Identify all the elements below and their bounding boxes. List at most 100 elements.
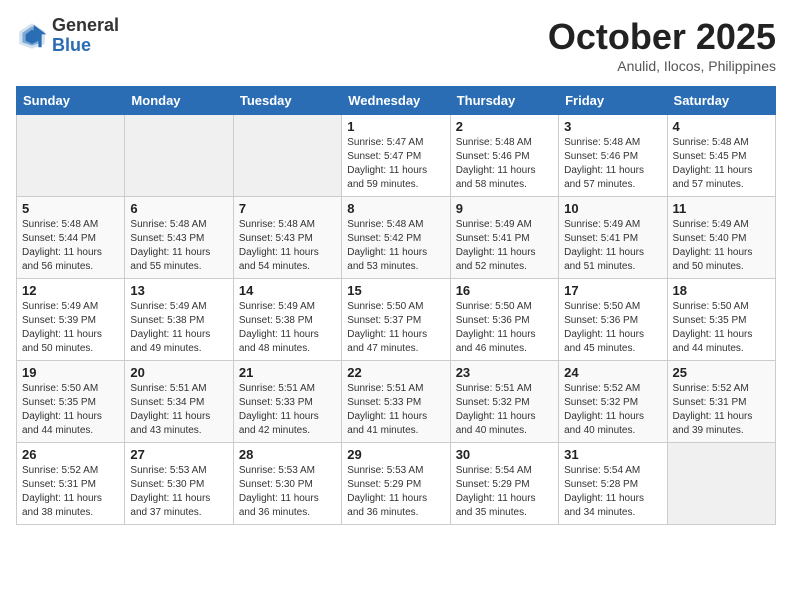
page-header: General Blue October 2025 Anulid, Ilocos… (16, 16, 776, 74)
day-number: 2 (456, 119, 553, 134)
calendar-cell: 3Sunrise: 5:48 AM Sunset: 5:46 PM Daylig… (559, 115, 667, 197)
calendar-cell: 16 Sunrise: 5:50 AM Sunset: 5:36 PM Dayli… (450, 279, 558, 361)
day-number: 4 (673, 119, 770, 134)
day-header-wednesday: Wednesday (342, 87, 450, 115)
calendar-cell (125, 115, 233, 197)
calendar-cell: 20 Sunrise: 5:51 AM Sunset: 5:34 PM Dayli… (125, 361, 233, 443)
calendar-cell (667, 443, 775, 525)
day-number: 17 (564, 283, 661, 298)
day-info: Sunrise: 5:51 AM Sunset: 5:34 PM Dayligh… (130, 382, 227, 438)
day-number: 9 (456, 201, 553, 216)
day-info: Sunrise: 5:49 AM Sunset: 5:38 PM Dayligh… (130, 300, 227, 356)
calendar-cell: 18 Sunrise: 5:50 AM Sunset: 5:35 PM Dayli… (667, 279, 775, 361)
day-number: 11 (673, 201, 770, 216)
day-info: Sunrise: 5:49 AM Sunset: 5:38 PM Dayligh… (239, 300, 336, 356)
calendar-cell: 10 Sunrise: 5:49 AM Sunset: 5:41 PM Dayli… (559, 197, 667, 279)
day-info: Sunrise: 5:49 AM Sunset: 5:41 PM Dayligh… (564, 218, 661, 274)
day-number: 19 (22, 365, 119, 380)
day-number: 21 (239, 365, 336, 380)
day-info: Sunrise: 5:50 AM Sunset: 5:36 PM Dayligh… (456, 300, 553, 356)
calendar-cell: 21Sunrise: 5:51 AM Sunset: 5:33 PM Dayli… (233, 361, 341, 443)
day-number: 25 (673, 365, 770, 380)
calendar-week-3: 12 Sunrise: 5:49 AM Sunset: 5:39 PM Dayli… (17, 279, 776, 361)
logo-icon (16, 20, 48, 52)
day-info: Sunrise: 5:52 AM Sunset: 5:31 PM Dayligh… (673, 382, 770, 438)
day-number: 6 (130, 201, 227, 216)
day-info: Sunrise: 5:48 AM Sunset: 5:45 PM Dayligh… (673, 136, 770, 192)
month-title: October 2025 (548, 16, 776, 58)
day-number: 12 (22, 283, 119, 298)
day-number: 27 (130, 447, 227, 462)
calendar-cell: 8 Sunrise: 5:48 AM Sunset: 5:42 PM Daylig… (342, 197, 450, 279)
day-number: 26 (22, 447, 119, 462)
day-info: Sunrise: 5:54 AM Sunset: 5:29 PM Dayligh… (456, 464, 553, 520)
day-header-sunday: Sunday (17, 87, 125, 115)
day-header-thursday: Thursday (450, 87, 558, 115)
calendar-cell: 9 Sunrise: 5:49 AM Sunset: 5:41 PM Daylig… (450, 197, 558, 279)
day-number: 28 (239, 447, 336, 462)
day-info: Sunrise: 5:50 AM Sunset: 5:36 PM Dayligh… (564, 300, 661, 356)
day-number: 5 (22, 201, 119, 216)
calendar-cell: 14Sunrise: 5:49 AM Sunset: 5:38 PM Dayli… (233, 279, 341, 361)
calendar-cell: 29Sunrise: 5:53 AM Sunset: 5:29 PM Dayli… (342, 443, 450, 525)
logo: General Blue (16, 16, 119, 56)
calendar-week-5: 26Sunrise: 5:52 AM Sunset: 5:31 PM Dayli… (17, 443, 776, 525)
calendar-week-2: 5Sunrise: 5:48 AM Sunset: 5:44 PM Daylig… (17, 197, 776, 279)
day-info: Sunrise: 5:50 AM Sunset: 5:35 PM Dayligh… (673, 300, 770, 356)
day-number: 7 (239, 201, 336, 216)
day-info: Sunrise: 5:49 AM Sunset: 5:39 PM Dayligh… (22, 300, 119, 356)
day-number: 18 (673, 283, 770, 298)
calendar-cell: 28 Sunrise: 5:53 AM Sunset: 5:30 PM Dayli… (233, 443, 341, 525)
calendar-week-4: 19 Sunrise: 5:50 AM Sunset: 5:35 PM Dayli… (17, 361, 776, 443)
day-number: 13 (130, 283, 227, 298)
calendar-cell: 13 Sunrise: 5:49 AM Sunset: 5:38 PM Dayli… (125, 279, 233, 361)
day-info: Sunrise: 5:54 AM Sunset: 5:28 PM Dayligh… (564, 464, 661, 520)
logo-blue-text: Blue (52, 36, 119, 56)
calendar-cell: 27 Sunrise: 5:53 AM Sunset: 5:30 PM Dayli… (125, 443, 233, 525)
calendar-cell: 19 Sunrise: 5:50 AM Sunset: 5:35 PM Dayli… (17, 361, 125, 443)
calendar-cell: 15Sunrise: 5:50 AM Sunset: 5:37 PM Dayli… (342, 279, 450, 361)
calendar-cell (233, 115, 341, 197)
calendar-cell: 1 Sunrise: 5:47 AM Sunset: 5:47 PM Daylig… (342, 115, 450, 197)
calendar-cell: 4 Sunrise: 5:48 AM Sunset: 5:45 PM Daylig… (667, 115, 775, 197)
day-info: Sunrise: 5:47 AM Sunset: 5:47 PM Dayligh… (347, 136, 444, 192)
calendar-cell: 23Sunrise: 5:51 AM Sunset: 5:32 PM Dayli… (450, 361, 558, 443)
day-info: Sunrise: 5:51 AM Sunset: 5:33 PM Dayligh… (347, 382, 444, 438)
day-info: Sunrise: 5:53 AM Sunset: 5:30 PM Dayligh… (130, 464, 227, 520)
day-header-saturday: Saturday (667, 87, 775, 115)
title-block: October 2025 Anulid, Ilocos, Philippines (548, 16, 776, 74)
day-info: Sunrise: 5:50 AM Sunset: 5:35 PM Dayligh… (22, 382, 119, 438)
day-number: 22 (347, 365, 444, 380)
day-info: Sunrise: 5:53 AM Sunset: 5:30 PM Dayligh… (239, 464, 336, 520)
calendar-cell: 25 Sunrise: 5:52 AM Sunset: 5:31 PM Dayli… (667, 361, 775, 443)
calendar-cell: 5Sunrise: 5:48 AM Sunset: 5:44 PM Daylig… (17, 197, 125, 279)
calendar-header-row: SundayMondayTuesdayWednesdayThursdayFrid… (17, 87, 776, 115)
day-info: Sunrise: 5:53 AM Sunset: 5:29 PM Dayligh… (347, 464, 444, 520)
day-info: Sunrise: 5:48 AM Sunset: 5:43 PM Dayligh… (239, 218, 336, 274)
calendar-cell: 6 Sunrise: 5:48 AM Sunset: 5:43 PM Daylig… (125, 197, 233, 279)
day-info: Sunrise: 5:49 AM Sunset: 5:40 PM Dayligh… (673, 218, 770, 274)
day-number: 16 (456, 283, 553, 298)
calendar-table: SundayMondayTuesdayWednesdayThursdayFrid… (16, 86, 776, 525)
day-info: Sunrise: 5:52 AM Sunset: 5:32 PM Dayligh… (564, 382, 661, 438)
calendar-cell: 22 Sunrise: 5:51 AM Sunset: 5:33 PM Dayli… (342, 361, 450, 443)
calendar-cell: 7 Sunrise: 5:48 AM Sunset: 5:43 PM Daylig… (233, 197, 341, 279)
calendar-cell: 24Sunrise: 5:52 AM Sunset: 5:32 PM Dayli… (559, 361, 667, 443)
calendar-cell: 17 Sunrise: 5:50 AM Sunset: 5:36 PM Dayli… (559, 279, 667, 361)
day-info: Sunrise: 5:49 AM Sunset: 5:41 PM Dayligh… (456, 218, 553, 274)
day-number: 15 (347, 283, 444, 298)
day-header-monday: Monday (125, 87, 233, 115)
calendar-cell: 30 Sunrise: 5:54 AM Sunset: 5:29 PM Dayli… (450, 443, 558, 525)
calendar-week-1: 1 Sunrise: 5:47 AM Sunset: 5:47 PM Daylig… (17, 115, 776, 197)
day-info: Sunrise: 5:48 AM Sunset: 5:43 PM Dayligh… (130, 218, 227, 274)
day-number: 31 (564, 447, 661, 462)
day-info: Sunrise: 5:48 AM Sunset: 5:42 PM Dayligh… (347, 218, 444, 274)
day-info: Sunrise: 5:48 AM Sunset: 5:46 PM Dayligh… (564, 136, 661, 192)
day-number: 20 (130, 365, 227, 380)
calendar-cell: 31 Sunrise: 5:54 AM Sunset: 5:28 PM Dayli… (559, 443, 667, 525)
day-number: 10 (564, 201, 661, 216)
logo-general-text: General (52, 16, 119, 36)
day-number: 8 (347, 201, 444, 216)
day-number: 1 (347, 119, 444, 134)
day-number: 30 (456, 447, 553, 462)
